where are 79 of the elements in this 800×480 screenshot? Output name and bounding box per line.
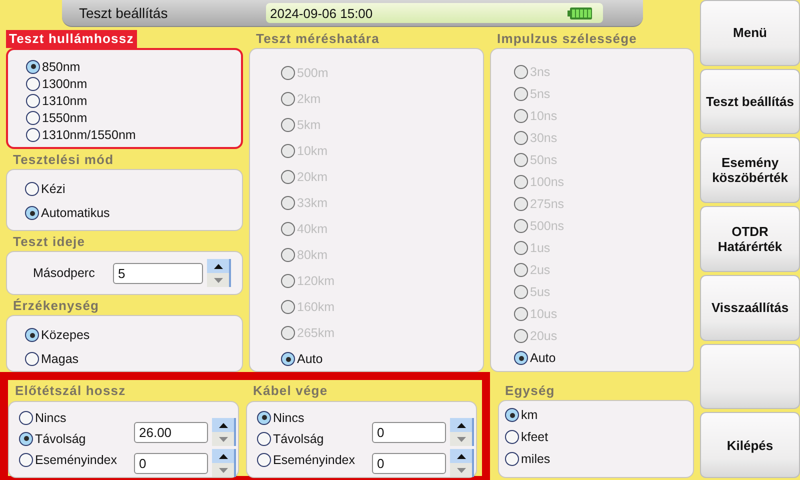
menu-button[interactable]: Esemény köszöbérték [700, 137, 800, 204]
radio-button[interactable] [25, 352, 39, 366]
group-title: Kábel vége [252, 382, 329, 400]
radio-button[interactable] [505, 430, 519, 444]
option-label: Közepes [41, 328, 90, 342]
number-field[interactable]: 26.00 [134, 422, 208, 442]
down-triangle-icon [214, 278, 222, 282]
radio-button[interactable] [257, 452, 271, 466]
option-label: Nincs [35, 410, 66, 424]
radio-button[interactable] [257, 432, 271, 446]
option-label: 1310nm/1550nm [42, 128, 136, 142]
up-arrow-button[interactable] [212, 449, 234, 463]
option-label: km [521, 408, 538, 422]
up-arrow-button[interactable] [450, 418, 472, 432]
radio-button[interactable] [505, 408, 519, 422]
radio-button[interactable] [19, 432, 33, 446]
group-title: Teszt méréshatára [255, 30, 380, 48]
option-label: Eseményindex [35, 452, 117, 466]
battery-icon [567, 6, 593, 20]
field-label: Másodperc [33, 266, 96, 280]
number-field[interactable]: 0 [372, 452, 446, 474]
option-label: Eseményindex [273, 452, 355, 466]
up-triangle-icon [218, 422, 228, 428]
group-title: Egység [504, 382, 556, 400]
group-title: Előtétszál hossz [14, 382, 127, 400]
up-arrow-button[interactable] [207, 259, 229, 273]
radio-button[interactable] [257, 410, 271, 424]
number-field[interactable]: 0 [372, 422, 446, 442]
menu-button[interactable]: Visszaállítás [700, 274, 800, 341]
group-title: Teszt hullámhossz [6, 30, 137, 48]
radio-button[interactable] [19, 452, 33, 466]
radio-button[interactable] [514, 351, 528, 365]
down-triangle-icon [456, 436, 466, 442]
option-label: 850nm [42, 60, 80, 74]
up-arrow-button[interactable] [212, 418, 234, 432]
menu-button[interactable]: Menü [700, 0, 800, 66]
up-triangle-icon [218, 454, 228, 458]
option-label: kfeet [521, 430, 548, 444]
group-title: Impulzus szélessége [496, 30, 638, 48]
option-label: Automatikus [41, 206, 110, 220]
group-title: Tesztelési mód [12, 151, 115, 169]
option-label: 1310nm [42, 94, 88, 108]
menu-button[interactable]: Teszt beállítás [700, 68, 800, 134]
radio-button[interactable] [26, 60, 40, 74]
radio-button[interactable] [19, 410, 33, 424]
radio-button[interactable] [25, 206, 39, 220]
option-label: Auto [297, 352, 323, 366]
group-title: Teszt ideje [12, 233, 86, 251]
radio-button[interactable] [26, 128, 40, 142]
radio-button[interactable] [26, 110, 40, 124]
radio-button[interactable] [505, 452, 519, 466]
option-label: Nincs [273, 410, 304, 424]
radio-button[interactable] [281, 352, 295, 366]
number-field[interactable]: 0 [134, 452, 208, 474]
up-triangle-icon [456, 454, 466, 458]
option-label: Távolság [273, 432, 324, 446]
option-label: Magas [41, 352, 79, 366]
up-triangle-icon [214, 264, 222, 268]
radio-button[interactable] [25, 182, 39, 196]
option-label: 1300nm [42, 76, 88, 90]
radio-button[interactable] [26, 76, 40, 90]
screen-title: Teszt beállítás [79, 5, 169, 21]
group-title: Érzékenység [12, 297, 100, 315]
date-time: 2024-09-06 15:00 [270, 6, 373, 20]
option-label: miles [521, 452, 550, 466]
number-field[interactable]: 5 [113, 262, 203, 284]
option-label: Távolság [35, 432, 86, 446]
radio-button[interactable] [25, 328, 39, 342]
option-label: Kézi [41, 182, 66, 196]
down-triangle-icon [218, 436, 228, 442]
down-triangle-icon [456, 468, 466, 472]
option-label: 1550nm [42, 110, 88, 124]
up-arrow-button[interactable] [450, 449, 472, 463]
menu-button[interactable]: Kilépés [700, 412, 800, 478]
radio-button[interactable] [26, 94, 40, 108]
up-triangle-icon [456, 422, 466, 428]
option-label: Auto [530, 351, 556, 365]
menu-button[interactable]: OTDR Határérték [700, 206, 800, 272]
down-triangle-icon [218, 468, 228, 472]
